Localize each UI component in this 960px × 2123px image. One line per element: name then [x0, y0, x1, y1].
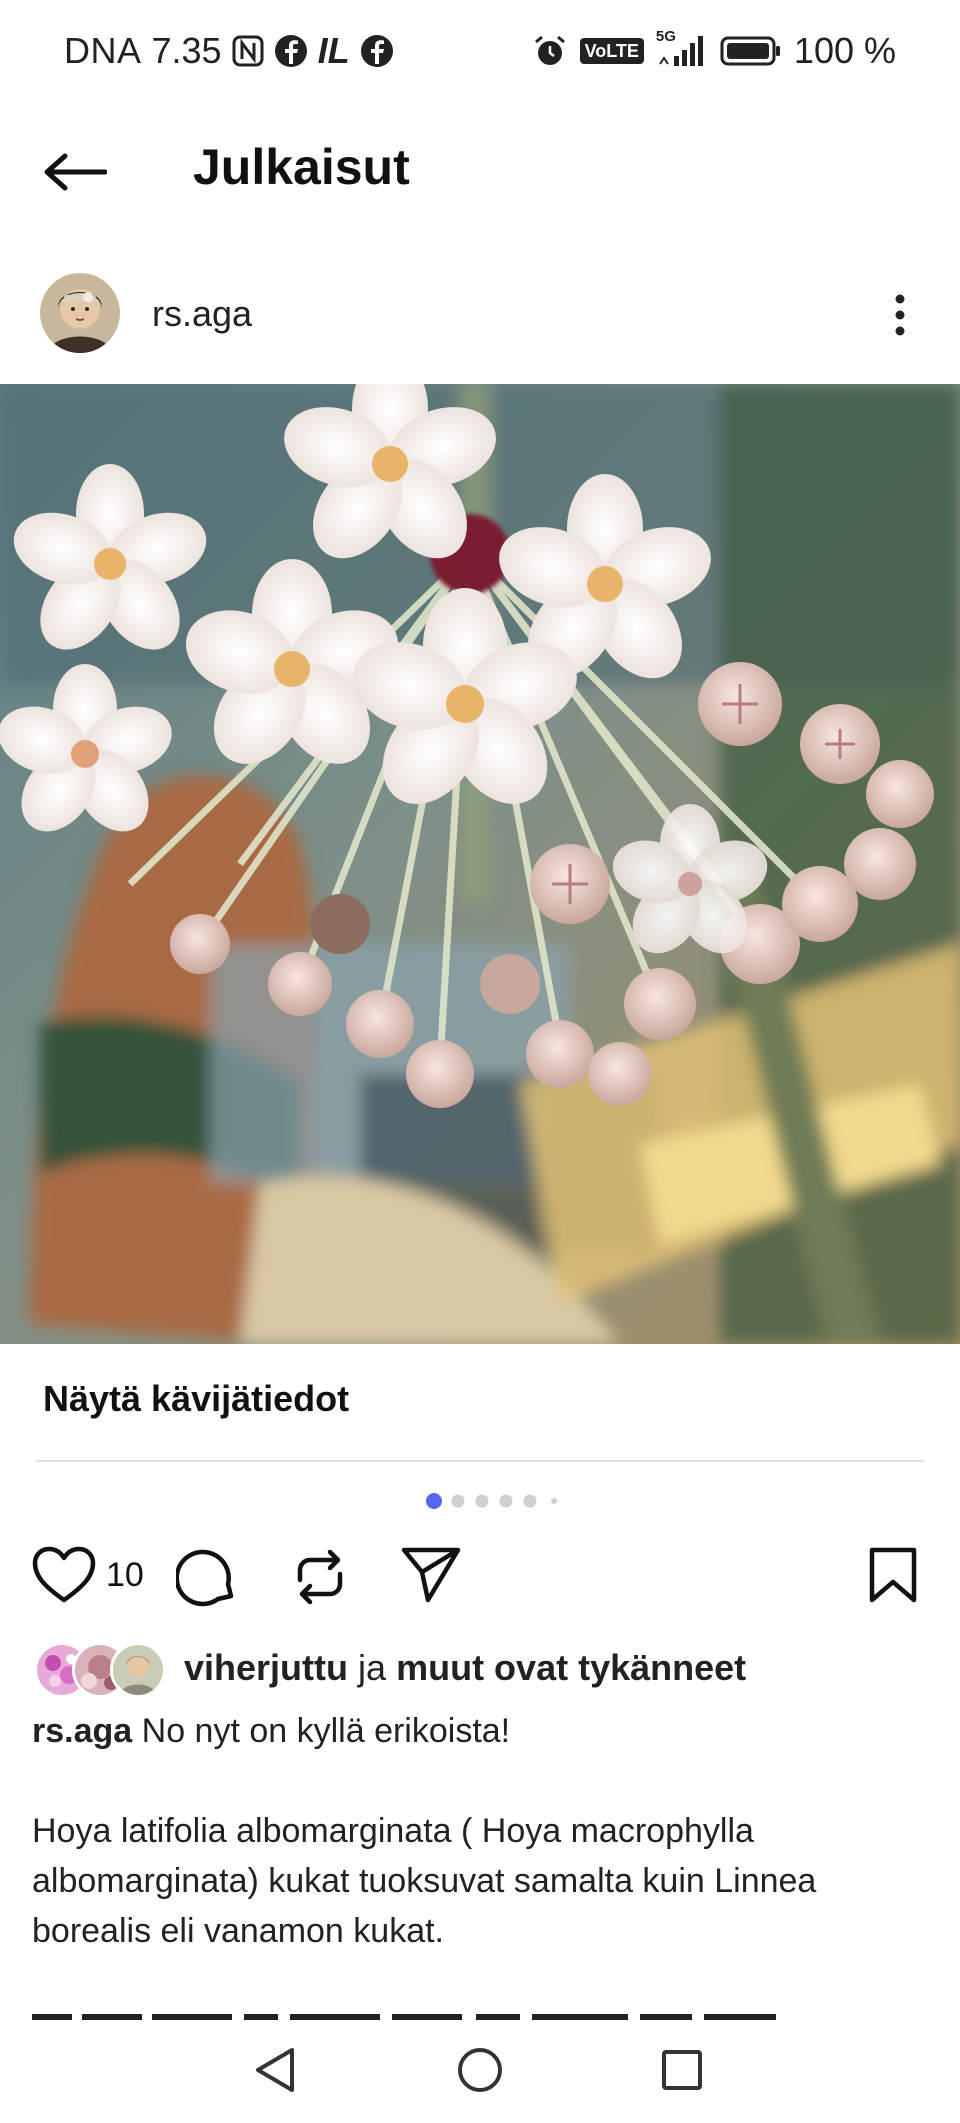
liked-by-row[interactable]: viherjuttu ja muut ovat tykänneet: [34, 1640, 746, 1698]
nav-home-button[interactable]: [450, 2040, 510, 2100]
carousel-dot: [551, 1498, 557, 1504]
arrow-left-icon: [44, 153, 107, 191]
avatar: [110, 1642, 166, 1698]
alarm-icon: [532, 33, 568, 69]
action-bar: 10: [0, 1540, 960, 1620]
square-recents-icon: [662, 2050, 702, 2090]
carousel-dot: [451, 1494, 465, 1508]
nav-back-button[interactable]: [244, 2040, 304, 2100]
caption-first-line: rs.aga No nyt on kyllä erikoista!: [32, 1706, 932, 1756]
divider: [36, 1460, 924, 1462]
status-left: DNA 7.35 IL: [64, 30, 394, 72]
send-icon: [401, 1547, 461, 1603]
system-navigation-bar: [0, 2020, 960, 2123]
repost-icon: [297, 1549, 343, 1605]
status-bar: DNA 7.35 IL VoLTE 5G 100 %: [0, 0, 960, 110]
liker-avatars: [34, 1642, 166, 1698]
back-button[interactable]: [40, 140, 110, 204]
carousel-dot: [523, 1494, 537, 1508]
carrier-name: DNA: [64, 30, 142, 71]
signal-icon: 5G: [656, 28, 708, 68]
battery-icon: [720, 35, 782, 67]
nfc-icon: [232, 35, 264, 67]
post-username[interactable]: rs.aga: [152, 293, 252, 335]
comment-button[interactable]: [176, 1546, 238, 1608]
caption-username[interactable]: rs.aga: [32, 1712, 132, 1750]
liker-name[interactable]: viherjuttu: [184, 1647, 348, 1688]
more-vertical-icon: [895, 294, 905, 336]
post-header: rs.aga: [0, 265, 960, 365]
like-button[interactable]: 10: [32, 1546, 144, 1604]
post-image[interactable]: [0, 384, 960, 1344]
share-button[interactable]: [400, 1546, 462, 1604]
heart-icon: [32, 1546, 96, 1603]
save-button[interactable]: [868, 1546, 918, 1604]
comment-icon: [176, 1549, 234, 1607]
facebook-icon: [360, 34, 394, 68]
liked-joiner: ja: [358, 1647, 387, 1688]
app-header: Julkaisut: [0, 110, 960, 235]
like-count[interactable]: 10: [106, 1556, 144, 1595]
carousel-dot-active: [426, 1493, 442, 1509]
triangle-back-icon: [256, 2048, 294, 2092]
repost-button[interactable]: [290, 1546, 350, 1608]
network-type: 5G: [655, 28, 676, 45]
clock: 7.35: [151, 30, 222, 71]
liked-others[interactable]: muut ovat tykänneet: [396, 1647, 746, 1688]
status-right: VoLTE 5G 100 %: [532, 28, 896, 72]
battery-percentage: 100 %: [793, 30, 896, 71]
hoya-flower-photo: [0, 384, 960, 1344]
post-caption: rs.aga No nyt on kyllä erikoista! Hoya l…: [32, 1706, 932, 1956]
carousel-dot: [475, 1494, 489, 1508]
liked-by-text[interactable]: viherjuttu ja muut ovat tykänneet: [184, 1647, 746, 1689]
carousel-indicator: [426, 1493, 557, 1509]
avatar[interactable]: [40, 273, 120, 353]
il-app-icon: IL: [317, 30, 350, 71]
view-insights-link[interactable]: Näytä kävijätiedot: [43, 1378, 349, 1420]
volte-badge: VoLTE: [579, 38, 644, 64]
caption-first-text: No nyt on kyllä erikoista!: [141, 1712, 511, 1750]
circle-home-icon: [458, 2048, 502, 2092]
caption-paragraph: Hoya latifolia albomarginata ( Hoya macr…: [32, 1812, 817, 1950]
facebook-icon: [274, 34, 308, 68]
nav-recents-button[interactable]: [652, 2040, 712, 2100]
carousel-dot: [499, 1494, 513, 1508]
bookmark-icon: [869, 1547, 917, 1603]
more-options-button[interactable]: [880, 285, 920, 345]
page-title: Julkaisut: [193, 139, 410, 195]
